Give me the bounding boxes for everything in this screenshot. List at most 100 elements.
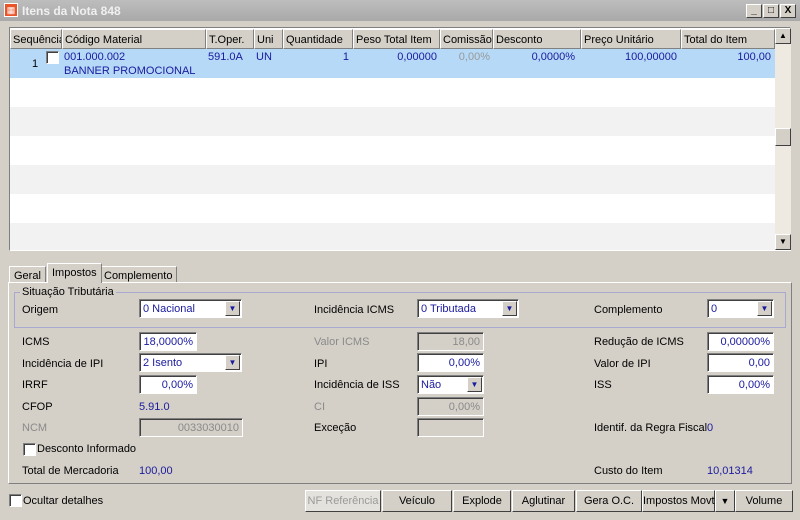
- custo-item-value: 10,01314: [707, 465, 753, 477]
- impostos-movto-button[interactable]: Impostos Movto: [642, 490, 721, 512]
- scroll-up-icon[interactable]: ▲: [775, 28, 791, 44]
- cell-desconto: 0,0000%: [531, 51, 575, 63]
- col-toper[interactable]: T.Oper.: [206, 29, 254, 49]
- reducao-icms-input[interactable]: 0,00000%: [707, 332, 774, 351]
- total-mercadoria-label: Total de Mercadoria: [22, 465, 119, 477]
- empty-row: [10, 194, 775, 223]
- regra-fiscal-value: 0: [707, 422, 714, 434]
- gera-oc-button[interactable]: Gera O.C.: [576, 490, 642, 512]
- col-desconto[interactable]: Desconto: [493, 29, 581, 49]
- incidencia-icms-select[interactable]: 0 Tributada ▼: [417, 299, 519, 318]
- empty-row: [10, 223, 775, 250]
- regra-fiscal-label: Identif. da Regra Fiscal: [594, 422, 708, 434]
- app-icon: ▦: [4, 3, 18, 17]
- complemento-value: 0: [711, 303, 718, 315]
- custo-item-label: Custo do Item: [594, 465, 663, 477]
- incidencia-icms-label: Incidência ICMS: [314, 304, 395, 316]
- chevron-down-icon[interactable]: ▼: [467, 377, 482, 392]
- empty-row: [10, 136, 775, 165]
- caret-down-icon[interactable]: ▼: [715, 490, 735, 512]
- tab-impostos[interactable]: Impostos: [47, 263, 102, 283]
- col-quantidade[interactable]: Quantidade: [283, 29, 353, 49]
- cell-preco: 100,00000: [625, 51, 677, 63]
- valor-ipi-label: Valor de IPI: [594, 358, 651, 370]
- cell-peso: 0,00000: [397, 51, 437, 63]
- iss-input[interactable]: 0,00%: [707, 375, 774, 394]
- incidencia-iss-select[interactable]: Não ▼: [417, 375, 484, 394]
- origem-value: 0 Nacional: [143, 303, 195, 315]
- col-sequencia[interactable]: Sequência: [10, 29, 62, 49]
- scroll-thumb[interactable]: [775, 128, 791, 146]
- incidencia-iss-value: Não: [421, 379, 442, 391]
- excecao-input: [417, 418, 484, 437]
- icms-label: ICMS: [22, 336, 50, 348]
- chevron-down-icon[interactable]: ▼: [757, 301, 772, 316]
- scroll-down-icon[interactable]: ▼: [775, 234, 791, 250]
- col-total[interactable]: Total do Item: [681, 29, 775, 49]
- desconto-informado-label[interactable]: Desconto Informado: [37, 443, 136, 455]
- situacao-tributaria-group: [14, 292, 786, 328]
- cell-toper: 591.0A: [208, 51, 243, 63]
- iss-label: ISS: [594, 379, 612, 391]
- ipi-input[interactable]: 0,00%: [417, 353, 484, 372]
- icms-input[interactable]: 18,0000%: [139, 332, 197, 351]
- col-comissao[interactable]: Comissão: [440, 29, 493, 49]
- minimize-button[interactable]: _: [746, 4, 762, 18]
- cell-quantidade: 1: [342, 51, 349, 63]
- group-title: Situação Tributária: [20, 286, 116, 298]
- ipi-label: IPI: [314, 358, 328, 370]
- incidencia-iss-label: Incidência de ISS: [314, 379, 400, 391]
- items-grid[interactable]: Sequência Código Material T.Oper. Uni Qu…: [9, 27, 791, 251]
- chevron-down-icon[interactable]: ▼: [225, 355, 240, 370]
- irrf-input[interactable]: 0,00%: [139, 375, 197, 394]
- cell-comissao: 0,00%: [458, 51, 490, 63]
- col-peso[interactable]: Peso Total Item: [353, 29, 440, 49]
- tab-complemento[interactable]: Complemento: [99, 266, 178, 283]
- incidencia-icms-value: 0 Tributada: [421, 303, 477, 315]
- chevron-down-icon[interactable]: ▼: [225, 301, 240, 316]
- aglutinar-button[interactable]: Aglutinar: [512, 490, 575, 512]
- incidencia-ipi-label: Incidência de IPI: [22, 358, 104, 370]
- cell-uni: UN: [256, 51, 272, 63]
- vertical-scrollbar[interactable]: ▲ ▼: [775, 28, 791, 250]
- cell-codigo: 001.000.002: [64, 51, 126, 63]
- origem-select[interactable]: 0 Nacional ▼: [139, 299, 242, 318]
- valor-icms-label: Valor ICMS: [314, 336, 370, 348]
- ci-label: CI: [314, 401, 325, 413]
- veiculo-button[interactable]: Veículo: [382, 490, 452, 512]
- close-button[interactable]: X: [780, 4, 796, 18]
- ncm-label: NCM: [22, 422, 48, 434]
- col-codigo[interactable]: Código Material: [62, 29, 206, 49]
- total-mercadoria-value: 100,00: [139, 465, 173, 477]
- tab-geral[interactable]: Geral: [9, 266, 46, 283]
- ocultar-detalhes-checkbox[interactable]: [9, 494, 22, 507]
- window-title: Itens da Nota 848: [22, 4, 121, 18]
- cell-descricao: BANNER PROMOCIONAL: [64, 65, 196, 77]
- volume-button[interactable]: Volume: [735, 490, 793, 512]
- incidencia-ipi-select[interactable]: 2 Isento ▼: [139, 353, 242, 372]
- nf-referencia-button[interactable]: NF Referência: [305, 490, 381, 512]
- ci-input: 0,00%: [417, 397, 484, 416]
- complemento-select[interactable]: 0 ▼: [707, 299, 774, 318]
- desconto-informado-checkbox[interactable]: [23, 443, 36, 456]
- excecao-label: Exceção: [314, 422, 357, 434]
- origem-label: Origem: [22, 304, 59, 316]
- irrf-label: IRRF: [22, 379, 48, 391]
- valor-icms-input: 18,00: [417, 332, 484, 351]
- complemento-label: Complemento: [594, 304, 663, 316]
- ocultar-detalhes-label[interactable]: Ocultar detalhes: [23, 495, 103, 507]
- cell-total: 100,00: [737, 51, 771, 63]
- table-row[interactable]: 1 001.000.002 BANNER PROMOCIONAL 591.0A …: [10, 49, 775, 78]
- empty-row: [10, 78, 775, 107]
- reducao-icms-label: Redução de ICMS: [594, 336, 684, 348]
- explode-button[interactable]: Explode: [453, 490, 511, 512]
- maximize-button[interactable]: □: [763, 4, 779, 18]
- chevron-down-icon[interactable]: ▼: [502, 301, 517, 316]
- col-uni[interactable]: Uni: [254, 29, 283, 49]
- empty-row: [10, 107, 775, 136]
- cfop-label: CFOP: [22, 401, 53, 413]
- col-preco[interactable]: Preço Unitário: [581, 29, 681, 49]
- incidencia-ipi-value: 2 Isento: [143, 357, 183, 369]
- valor-ipi-input[interactable]: 0,00: [707, 353, 774, 372]
- row-checkbox[interactable]: [46, 51, 59, 64]
